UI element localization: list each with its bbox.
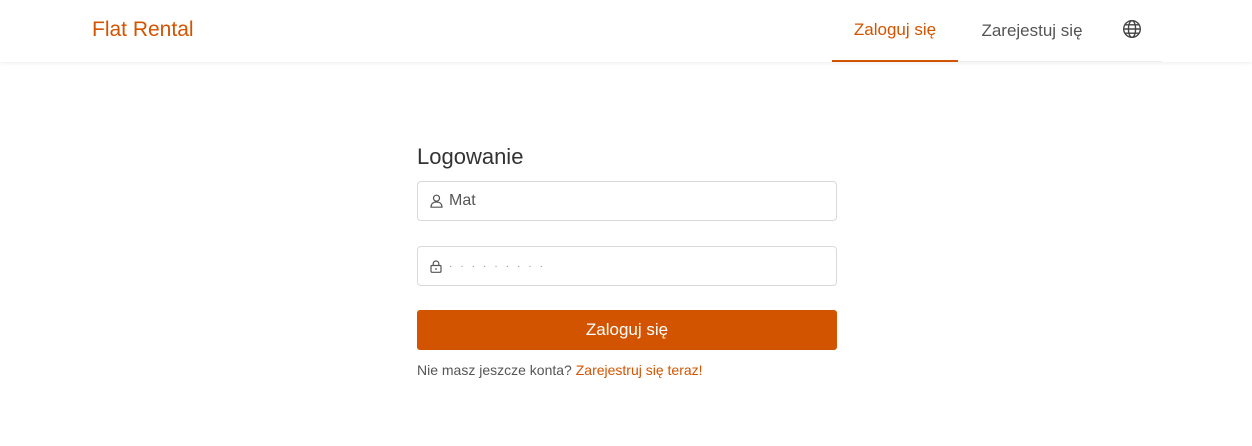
nav-register-tab[interactable]: Zarejestuj się xyxy=(960,0,1104,62)
username-input[interactable] xyxy=(449,186,836,216)
login-title: Logowanie xyxy=(417,144,524,169)
password-field[interactable] xyxy=(417,246,837,286)
lock-icon xyxy=(429,259,443,273)
user-icon xyxy=(429,194,443,208)
signup-link[interactable]: Zarejestruj się teraz! xyxy=(576,362,703,378)
username-field[interactable] xyxy=(417,181,837,221)
nav-register-label: Zarejestuj się xyxy=(981,21,1083,40)
globe-icon xyxy=(1122,19,1142,44)
nav-login-label: Zaloguj się xyxy=(853,20,937,39)
nav-divider xyxy=(958,61,1162,62)
login-form: Logowanie Zaloguj się Nie masz jeszcze k… xyxy=(417,140,837,378)
signup-prompt-text: Nie masz jeszcze konta? xyxy=(417,362,572,378)
login-submit-button[interactable]: Zaloguj się xyxy=(417,310,837,350)
password-input[interactable] xyxy=(449,251,836,281)
signup-prompt-row: Nie masz jeszcze konta? Zarejestruj się … xyxy=(417,362,703,378)
top-navbar: Flat Rental Zaloguj się Zarejestuj się xyxy=(0,0,1252,62)
brand-logo-link[interactable]: Flat Rental xyxy=(92,18,194,42)
nav-login-tab[interactable]: Zaloguj się xyxy=(832,0,958,62)
language-switcher[interactable] xyxy=(1114,0,1150,62)
